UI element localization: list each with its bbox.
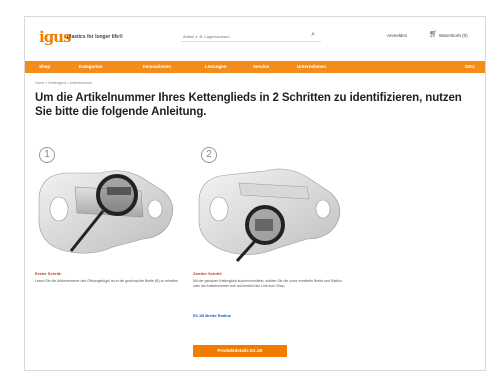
nav-item-service[interactable]: Service [253, 64, 269, 69]
igus-logo[interactable]: igus [39, 29, 72, 45]
cart-link[interactable]: Warenkorb (0) [439, 33, 468, 38]
page-frame: igus plastics for longer life® ⌕ Anmelde… [24, 16, 486, 371]
nav-item-innovations[interactable]: Innovationen [143, 64, 171, 69]
nav-item-company[interactable]: Unternehmen [297, 64, 326, 69]
nav-item-shop[interactable]: Shop [39, 64, 50, 69]
step-2-title: Zweiter Schritt: [193, 271, 223, 276]
search-input[interactable] [183, 32, 293, 40]
chain-link-image-step-2 [189, 147, 349, 267]
language-selector[interactable]: DEU [465, 64, 475, 69]
cart-icon[interactable]: 🛒︎ [429, 30, 438, 38]
login-link[interactable]: Anmelden [387, 33, 407, 38]
search-icon[interactable]: ⌕ [311, 31, 315, 39]
step-1-text: Lesen Sie die Artikelnummer des Öffnungs… [35, 279, 178, 283]
chain-link-image-step-1 [31, 147, 181, 267]
breadcrumb[interactable]: Home > Kettenglied > Artikelnummer [35, 81, 92, 85]
search-bar[interactable]: ⌕ [181, 30, 321, 42]
nav-item-solutions[interactable]: Lösungen [205, 64, 227, 69]
page-title: Um die Artikelnummer Ihres Kettenglieds … [35, 92, 462, 118]
site-header: igus plastics for longer life® ⌕ Anmelde… [25, 17, 485, 61]
step-2-text: Mit der genauen Kettenglied suchen/ermit… [193, 279, 342, 288]
main-nav: Shop Kategorien Innovationen Lösungen Se… [25, 61, 485, 73]
slogan: plastics for longer life® [67, 34, 123, 40]
product-details-button[interactable]: Produktdetails E2.1B [193, 345, 287, 357]
nav-item-categories[interactable]: Kategorien [79, 64, 103, 69]
step-2-link[interactable]: E2.1B Breite Radius [193, 313, 231, 318]
step-1-title: Erster Schritt: [35, 271, 62, 276]
